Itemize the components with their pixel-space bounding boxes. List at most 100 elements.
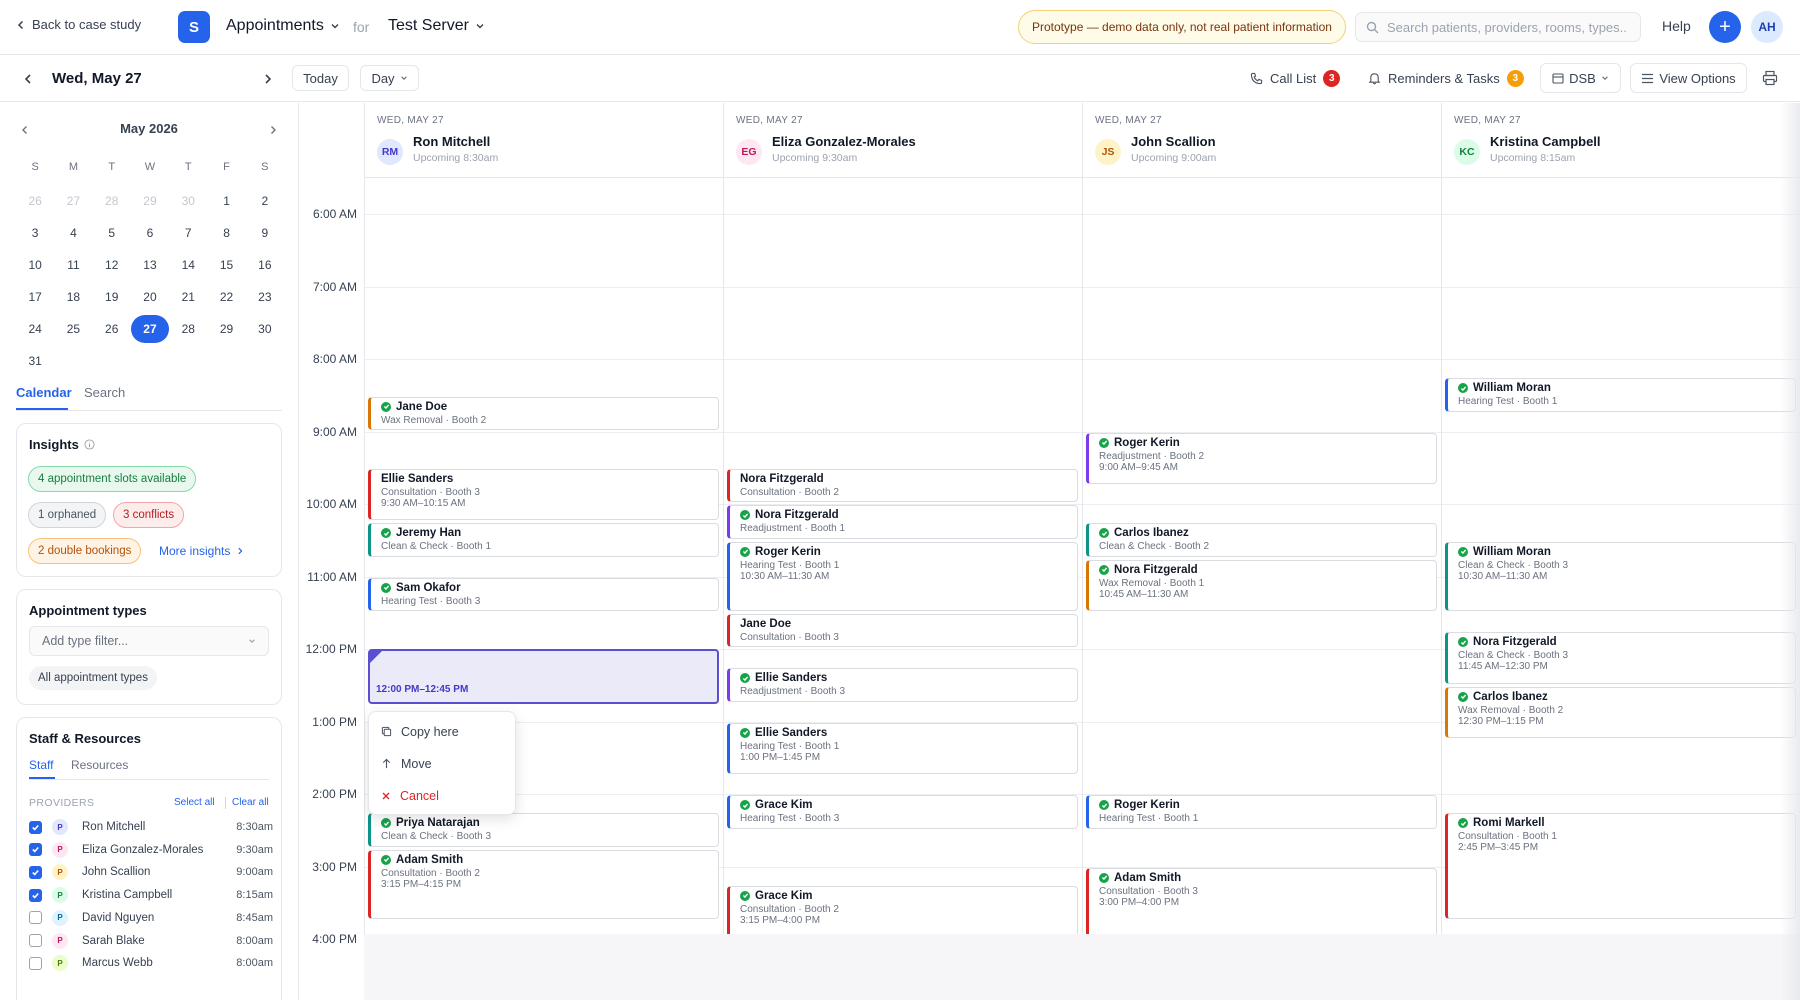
mini-calendar-day[interactable]: 14 bbox=[169, 249, 207, 281]
provider-column-header[interactable]: WED, MAY 27 JS John Scallion Upcoming 9:00a… bbox=[1082, 103, 1441, 178]
mini-calendar-day[interactable]: 22 bbox=[207, 281, 245, 313]
view-select[interactable]: Day bbox=[360, 65, 419, 91]
mini-calendar-day[interactable]: 7 bbox=[169, 217, 207, 249]
provider-row[interactable]: P Sarah Blake 8:00am bbox=[29, 930, 273, 952]
appointment-block[interactable]: Nora Fitzgerald Consultation · Booth 2 bbox=[727, 469, 1078, 503]
mini-calendar-day[interactable]: 29 bbox=[131, 185, 169, 217]
appointment-block[interactable]: Jeremy Han Clean & Check · Booth 1 bbox=[368, 523, 719, 557]
provider-checkbox[interactable] bbox=[29, 820, 42, 834]
next-month-button[interactable] bbox=[268, 122, 278, 140]
app-switcher[interactable]: Appointments bbox=[226, 17, 340, 35]
appointment-block[interactable]: Priya Natarajan Clean & Check · Booth 3 bbox=[368, 813, 719, 847]
mini-calendar-day[interactable]: 31 bbox=[16, 345, 54, 377]
call-list-button[interactable]: Call List 3 bbox=[1250, 70, 1341, 87]
insight-double-bookings[interactable]: 2 double bookings bbox=[28, 538, 142, 564]
mini-calendar-day[interactable]: 2 bbox=[246, 185, 284, 217]
location-select[interactable]: DSB bbox=[1540, 63, 1621, 93]
appointment-block[interactable]: Grace Kim Consultation · Booth 2 3:15 PM–4… bbox=[727, 885, 1078, 934]
provider-row[interactable]: P John Scallion 9:00am bbox=[29, 861, 273, 883]
provider-row[interactable]: P Kristina Campbell 8:15am bbox=[29, 884, 273, 906]
appointment-block[interactable]: Adam Smith Consultation · Booth 2 3:15 PM–… bbox=[368, 849, 719, 920]
tab-search[interactable]: Search bbox=[84, 385, 125, 400]
provider-checkbox[interactable] bbox=[29, 843, 42, 857]
appointment-block[interactable]: Roger Kerin Hearing Test · Booth 1 bbox=[1086, 795, 1437, 829]
appointment-block[interactable]: Adam Smith Consultation · Booth 3 3:00 PM–… bbox=[1086, 867, 1437, 934]
provider-column-header[interactable]: WED, MAY 27 KC Kristina Campbell Upcoming 8… bbox=[1441, 103, 1800, 178]
type-filter-select[interactable]: Add type filter... bbox=[29, 626, 269, 656]
provider-checkbox[interactable] bbox=[29, 956, 42, 970]
appointment-block[interactable]: Jane Doe Wax Removal · Booth 2 bbox=[368, 396, 719, 430]
mini-calendar-day[interactable]: 21 bbox=[169, 281, 207, 313]
appointment-block[interactable]: Nora Fitzgerald Clean & Check · Booth 3 11… bbox=[1445, 632, 1796, 684]
prev-month-button[interactable] bbox=[20, 122, 30, 140]
mini-calendar-day[interactable]: 28 bbox=[93, 185, 131, 217]
mini-calendar-day[interactable]: 26 bbox=[93, 313, 131, 345]
provider-row[interactable]: P Eliza Gonzalez-Morales 9:30am bbox=[29, 839, 273, 861]
appointment-block[interactable]: Ellie Sanders Readjustment · Booth 3 bbox=[727, 668, 1078, 702]
server-switcher[interactable]: Test Server bbox=[388, 17, 485, 35]
insight-orphaned[interactable]: 1 orphaned bbox=[28, 502, 107, 528]
clear-all-link[interactable]: Clear all bbox=[232, 797, 269, 808]
appointment-block[interactable]: Carlos Ibanez Clean & Check · Booth 2 bbox=[1086, 523, 1437, 557]
appointment-block[interactable]: William Moran Clean & Check · Booth 3 10:3… bbox=[1445, 541, 1796, 611]
back-link[interactable]: Back to case study bbox=[16, 17, 141, 32]
appointment-block[interactable]: Carlos Ibanez Wax Removal · Booth 2 12:30 … bbox=[1445, 686, 1796, 738]
all-types-chip[interactable]: All appointment types bbox=[29, 666, 157, 690]
appointment-block[interactable]: Sam Okafor Hearing Test · Booth 3 bbox=[368, 577, 719, 611]
appointment-block[interactable]: Romi Markell Consultation · Booth 1 2:45 P… bbox=[1445, 813, 1796, 920]
appointment-block[interactable]: Nora Fitzgerald Wax Removal · Booth 1 10:4… bbox=[1086, 559, 1437, 611]
mini-calendar-day[interactable]: 17 bbox=[16, 281, 54, 313]
provider-column-header[interactable]: WED, MAY 27 EG Eliza Gonzalez-Morales Upcom… bbox=[723, 103, 1082, 178]
mini-calendar-day[interactable]: 5 bbox=[93, 217, 131, 249]
mini-calendar-day[interactable]: 8 bbox=[207, 217, 245, 249]
context-menu-item[interactable]: Copy here bbox=[381, 722, 459, 742]
appointment-block[interactable]: William Moran Hearing Test · Booth 1 bbox=[1445, 378, 1796, 412]
help-link[interactable]: Help bbox=[1662, 18, 1691, 34]
insight-slots-available[interactable]: 4 appointment slots available bbox=[28, 466, 197, 492]
mini-calendar-day[interactable]: 28 bbox=[169, 313, 207, 345]
mini-calendar-day[interactable]: 6 bbox=[131, 217, 169, 249]
drag-ghost-slot[interactable]: 12:00 PM–12:45 PM bbox=[368, 649, 719, 704]
provider-checkbox[interactable] bbox=[29, 888, 42, 902]
mini-calendar-day[interactable]: 26 bbox=[16, 185, 54, 217]
mini-calendar-day[interactable]: 18 bbox=[54, 281, 92, 313]
mini-calendar-day[interactable]: 9 bbox=[246, 217, 284, 249]
global-search[interactable] bbox=[1355, 12, 1641, 42]
provider-column-header[interactable]: WED, MAY 27 RM Ron Mitchell Upcoming 8:30am bbox=[364, 103, 723, 178]
tab-staff[interactable]: Staff bbox=[29, 758, 53, 772]
mini-calendar-day[interactable]: 10 bbox=[16, 249, 54, 281]
next-day-button[interactable] bbox=[258, 69, 278, 89]
mini-calendar-day-selected[interactable]: 27 bbox=[130, 313, 169, 345]
more-insights-link[interactable]: More insights bbox=[159, 544, 244, 558]
appointment-block[interactable]: Nora Fitzgerald Readjustment · Booth 1 bbox=[727, 505, 1078, 539]
mini-calendar-day[interactable]: 20 bbox=[131, 281, 169, 313]
provider-row[interactable]: P Marcus Webb 8:00am bbox=[29, 952, 273, 974]
appointment-block[interactable]: Jane Doe Consultation · Booth 3 bbox=[727, 614, 1078, 648]
user-avatar[interactable]: AH bbox=[1751, 11, 1783, 43]
search-input[interactable] bbox=[1387, 19, 1627, 35]
view-options-button[interactable]: View Options bbox=[1630, 63, 1747, 93]
mini-calendar-day[interactable]: 12 bbox=[93, 249, 131, 281]
mini-calendar-day[interactable]: 4 bbox=[54, 217, 92, 249]
appointment-block[interactable]: Roger Kerin Readjustment · Booth 2 9:00 AM… bbox=[1086, 432, 1437, 485]
provider-checkbox[interactable] bbox=[29, 911, 42, 925]
provider-checkbox[interactable] bbox=[29, 934, 42, 947]
appointment-block[interactable]: Ellie Sanders Consultation · Booth 3 9:30 … bbox=[368, 469, 719, 521]
mini-calendar-day[interactable]: 30 bbox=[246, 313, 284, 345]
mini-calendar-day[interactable]: 3 bbox=[16, 217, 54, 249]
appointment-block[interactable]: Ellie Sanders Hearing Test · Booth 1 1:00 … bbox=[727, 722, 1078, 775]
context-menu-item[interactable]: Move bbox=[381, 754, 432, 774]
print-button[interactable] bbox=[1762, 70, 1778, 91]
provider-checkbox[interactable] bbox=[29, 865, 42, 879]
mini-calendar-day[interactable]: 29 bbox=[207, 313, 245, 345]
mini-calendar-day[interactable]: 11 bbox=[54, 249, 92, 281]
mini-calendar-day[interactable]: 1 bbox=[207, 185, 245, 217]
tab-calendar[interactable]: Calendar bbox=[16, 385, 72, 400]
context-menu-item[interactable]: Cancel bbox=[381, 786, 439, 806]
mini-calendar-day[interactable]: 16 bbox=[246, 249, 284, 281]
appointment-block[interactable]: Roger Kerin Hearing Test · Booth 1 10:30 A… bbox=[727, 541, 1078, 611]
mini-calendar-day[interactable]: 13 bbox=[131, 249, 169, 281]
tab-resources[interactable]: Resources bbox=[71, 758, 128, 772]
insight-conflicts[interactable]: 3 conflicts bbox=[113, 502, 185, 528]
provider-row[interactable]: P Ron Mitchell 8:30am bbox=[29, 816, 273, 838]
